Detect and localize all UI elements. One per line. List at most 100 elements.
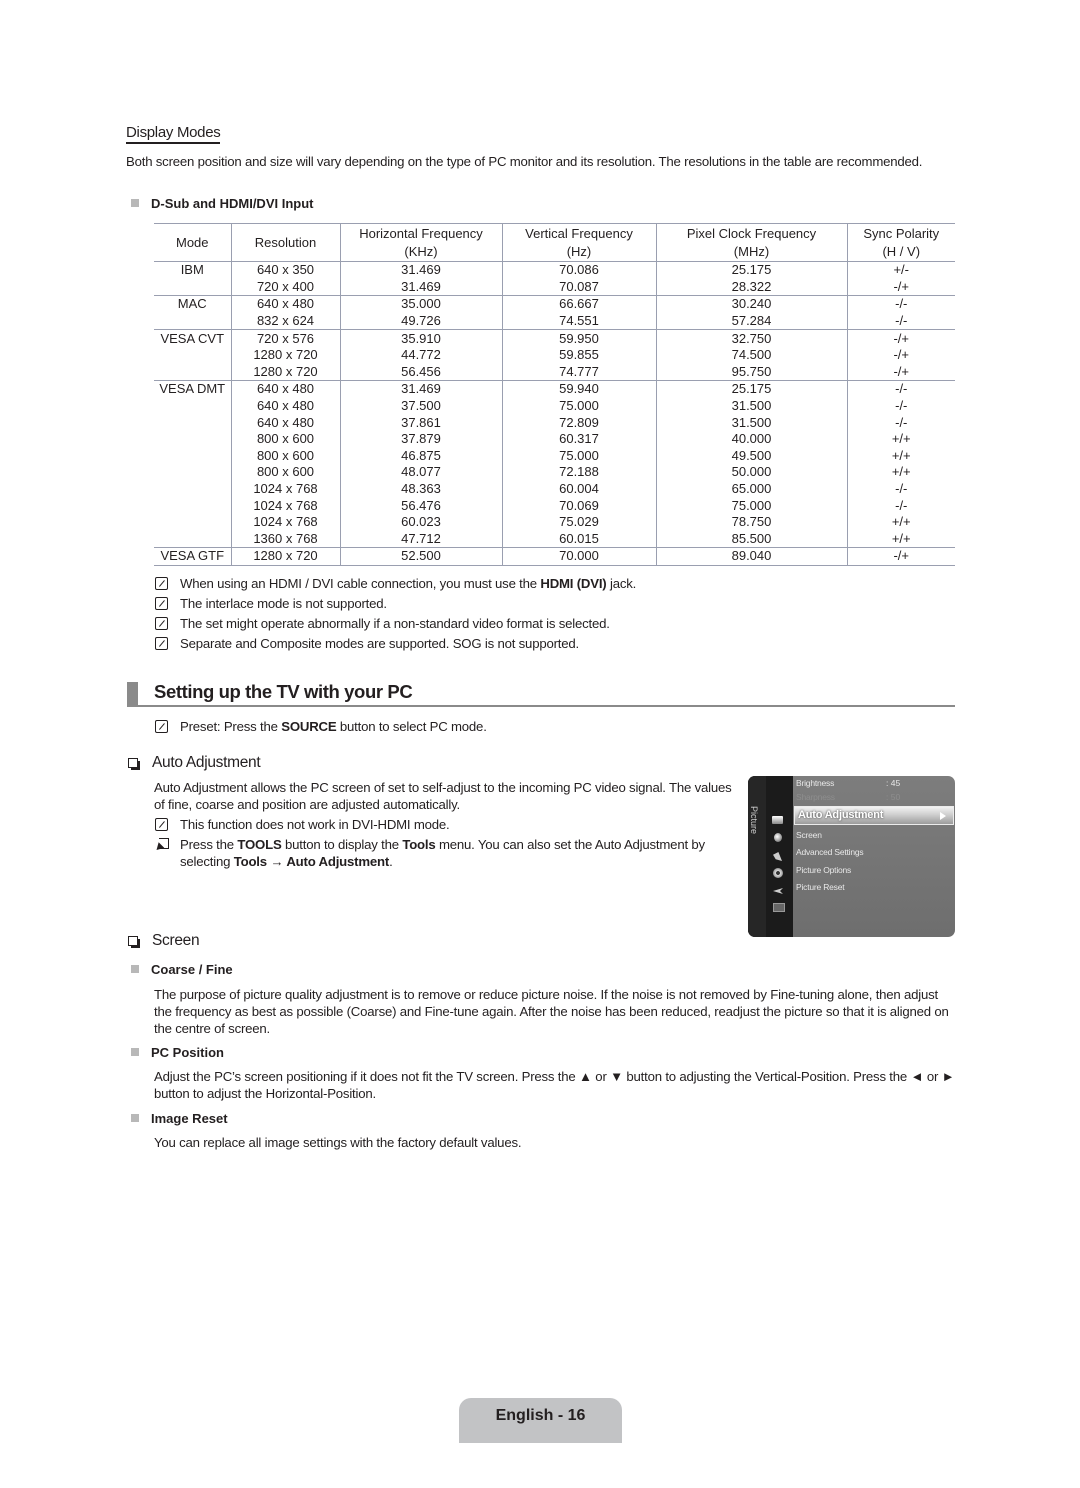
auto-adjustment-heading: Auto Adjustment [128, 754, 261, 772]
tv-menu-item-brightness[interactable]: Brightness [796, 778, 834, 788]
cell-pixel-clock: 25.175 [655, 380, 847, 398]
cell-pixel-clock: 31.500 [655, 414, 847, 431]
cell-mode [154, 313, 231, 330]
input-icon [773, 888, 783, 894]
cell-v-freq: 59.855 [501, 346, 656, 364]
cell-sync: +/+ [846, 464, 955, 481]
tv-menu-item-auto-adjustment[interactable]: Auto Adjustment [794, 806, 954, 825]
header-vertical-frequency: Vertical Frequency (Hz) [501, 223, 656, 262]
cell-mode [154, 448, 231, 465]
preset-note-text: Preset: Press the SOURCE button to selec… [180, 719, 487, 734]
cell-sync: +/+ [846, 430, 955, 448]
cell-mode [154, 431, 231, 448]
cell-v-freq: 60.004 [501, 480, 656, 498]
cell-resolution: 720 x 400 [230, 278, 340, 296]
display-note-text: Separate and Composite modes are support… [180, 636, 579, 651]
pc-position-title: PC Position [151, 1045, 224, 1060]
table-row: 1024 x 768 56.476 70.069 75.000 -/- [154, 497, 955, 514]
cell-resolution: 832 x 624 [230, 312, 340, 330]
display-note-text: When using an HDMI / DVI cable connectio… [180, 576, 637, 591]
cell-resolution: 640 x 480 [230, 414, 340, 431]
cell-pixel-clock: 40.000 [655, 430, 847, 448]
cell-pixel-clock: 57.284 [655, 312, 847, 330]
table-row: 1024 x 768 60.023 75.029 78.750 +/+ [154, 513, 955, 531]
cell-mode [154, 414, 231, 431]
tv-menu-item-picture-reset[interactable]: Picture Reset [796, 882, 845, 892]
cell-mode [154, 481, 231, 498]
cell-v-freq: 72.809 [501, 414, 656, 431]
picture-icon [772, 816, 783, 824]
cell-sync: -/+ [846, 363, 955, 381]
cell-sync: -/+ [846, 547, 955, 566]
tv-menu-item-sharpness[interactable]: Sharpness [796, 792, 835, 802]
cell-resolution: 720 x 576 [230, 329, 340, 347]
cell-h-freq: 48.363 [339, 480, 502, 498]
cell-v-freq: 75.000 [501, 397, 656, 415]
input-subheading-label: D-Sub and HDMI/DVI Input [151, 196, 314, 211]
auto-adjustment-note: This function does not work in DVI-HDMI … [155, 816, 450, 833]
cell-h-freq: 47.712 [339, 530, 502, 548]
section-title: Setting up the TV with your PC [154, 681, 413, 702]
tv-menu-category: Picture [749, 806, 759, 835]
cell-h-freq: 31.469 [339, 278, 502, 296]
cell-resolution: 640 x 480 [230, 295, 340, 313]
cell-sync: +/+ [846, 447, 955, 465]
tools-note: Press the TOOLS button to display the To… [153, 836, 745, 870]
cell-pixel-clock: 28.322 [655, 278, 847, 296]
table-row: 800 x 600 48.077 72.188 50.000 +/+ [154, 464, 955, 481]
auto-adjustment-title: Auto Adjustment [152, 754, 261, 771]
tv-menu-selected-label: Auto Adjustment [798, 809, 884, 821]
cell-h-freq: 37.500 [339, 397, 502, 415]
table-header-row: Mode Resolution Horizontal Frequency (KHz… [154, 223, 955, 262]
table-row: 720 x 400 31.469 70.087 28.322 -/+ [154, 278, 955, 296]
square-bullet-icon [131, 965, 139, 973]
support-icon [773, 903, 785, 912]
table-row: IBM 640 x 350 31.469 70.086 25.175 +/- [154, 261, 955, 279]
cell-mode [154, 398, 231, 415]
cell-pixel-clock: 89.040 [655, 547, 847, 566]
display-modes-intro: Both screen position and size will vary … [126, 154, 923, 169]
cell-mode: IBM [180, 262, 204, 278]
cell-resolution: 1024 x 768 [230, 497, 340, 514]
cell-sync: -/+ [846, 278, 955, 296]
tv-menu-item-screen[interactable]: Screen [796, 830, 822, 840]
tools-icon [153, 838, 169, 853]
cell-pixel-clock: 49.500 [655, 447, 847, 465]
preset-note: Preset: Press the SOURCE button to selec… [155, 718, 487, 735]
tv-menu-screenshot: Picture Brightness : 45 Sharpness : 50 A… [748, 776, 955, 937]
cell-h-freq: 31.469 [339, 380, 502, 398]
cell-mode [154, 497, 231, 514]
display-note: The interlace mode is not supported. [155, 595, 387, 612]
sound-icon [774, 833, 782, 842]
cell-sync: -/- [846, 312, 955, 330]
cell-pixel-clock: 65.000 [655, 480, 847, 498]
cell-h-freq: 52.500 [339, 547, 502, 566]
cell-v-freq: 70.086 [501, 261, 656, 279]
cell-mode: VESA DMT [154, 380, 231, 398]
square-bullet-icon [131, 199, 139, 207]
tv-menu-value-brightness: : 45 [886, 778, 901, 788]
tv-menu-item-picture-options[interactable]: Picture Options [796, 865, 851, 875]
cell-mode [154, 531, 231, 548]
cell-mode: VESA CVT [154, 329, 231, 347]
note-icon [155, 597, 168, 610]
cell-h-freq: 31.469 [339, 261, 502, 279]
header-sync-polarity: Sync Polarity (H / V) [846, 223, 955, 262]
cell-resolution: 1280 x 720 [230, 346, 340, 364]
pc-position-heading: PC Position [131, 1045, 224, 1060]
cell-sync: -/- [846, 414, 955, 431]
cell-pixel-clock: 50.000 [655, 464, 847, 481]
cell-h-freq: 46.875 [339, 447, 502, 465]
coarse-fine-heading: Coarse / Fine [131, 962, 233, 977]
section-heading: Setting up the TV with your PC [127, 681, 955, 707]
table-row: 1360 x 768 47.712 60.015 85.500 +/+ [154, 530, 955, 548]
cell-sync: +/+ [846, 530, 955, 548]
table-row: 800 x 600 37.879 60.317 40.000 +/+ [154, 430, 955, 448]
tv-menu-item-advanced-settings[interactable]: Advanced Settings [796, 847, 864, 857]
display-note: Separate and Composite modes are support… [155, 635, 579, 652]
cell-h-freq: 49.726 [339, 312, 502, 330]
display-modes-table: Mode Resolution Horizontal Frequency (KHz… [154, 223, 955, 566]
coarse-fine-body: The purpose of picture quality adjustmen… [154, 987, 949, 1036]
cell-sync: +/+ [846, 513, 955, 531]
cell-v-freq: 59.940 [501, 380, 656, 398]
